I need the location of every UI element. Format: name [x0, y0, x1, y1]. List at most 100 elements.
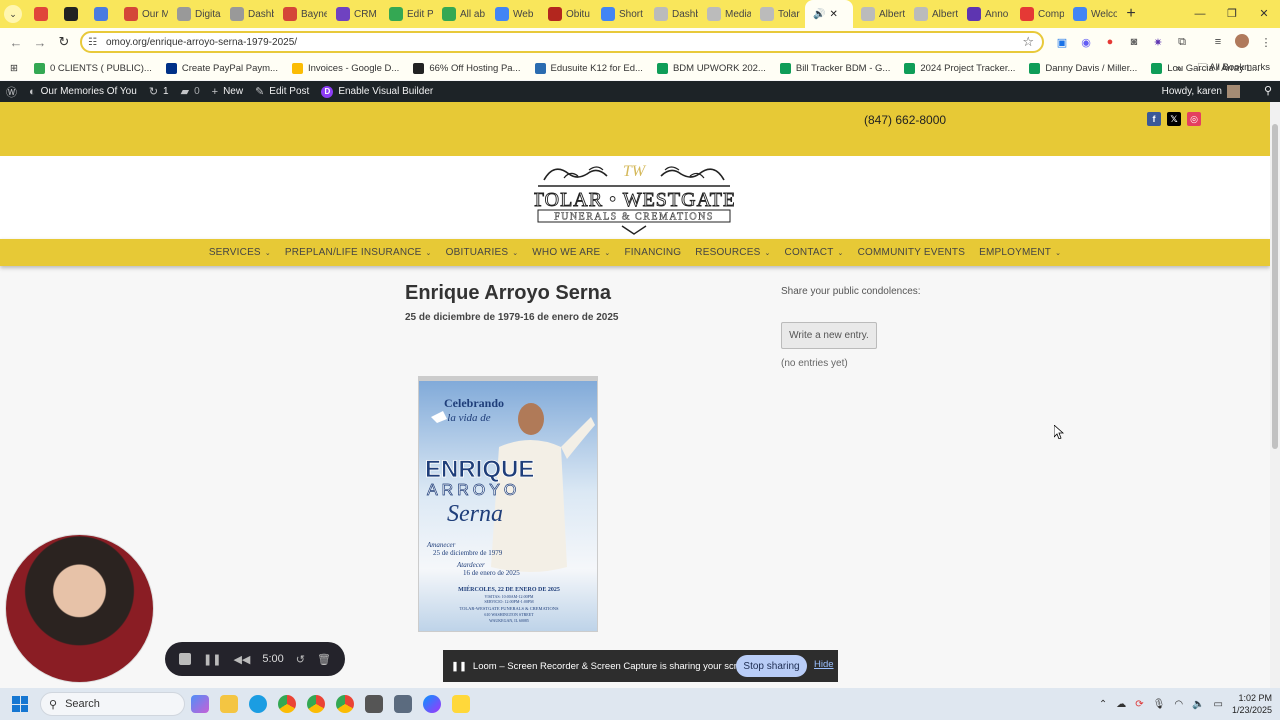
wordpress-logo-icon[interactable]: Ⓦ: [6, 84, 17, 100]
wp-site-link[interactable]: ◐ Our Memories Of You: [29, 86, 137, 98]
extension-gear-icon[interactable]: ✷: [1146, 36, 1170, 49]
browser-tab[interactable]: All ab: [434, 0, 487, 28]
browser-tab[interactable]: Welco: [1065, 0, 1118, 28]
wifi-icon[interactable]: ◠: [1174, 699, 1183, 710]
loom-rewind-icon[interactable]: ◀◀: [233, 653, 250, 666]
profile-avatar-icon[interactable]: [1230, 33, 1254, 51]
bookmark-star-icon[interactable]: ☆: [1022, 34, 1034, 50]
nav-item-employment[interactable]: EMPLOYMENT ⌄: [979, 247, 1061, 258]
browser-tab[interactable]: Comp: [1012, 0, 1065, 28]
extensions-puzzle-icon[interactable]: ⧉: [1170, 36, 1194, 49]
edge-icon[interactable]: [243, 695, 272, 713]
bookmark-item[interactable]: Danny Davis / Miller...: [1029, 62, 1137, 74]
memorial-flyer-image[interactable]: Celebrando la vida de ENRIQUE ARROYO Ser…: [418, 376, 598, 632]
nav-item-community-events[interactable]: COMMUNITY EVENTS: [858, 247, 965, 258]
chrome-alt-icon[interactable]: [330, 695, 359, 713]
bookmark-item[interactable]: Create PayPal Paym...: [165, 62, 278, 74]
browser-tab[interactable]: Dashb: [646, 0, 699, 28]
bookmark-item[interactable]: 2024 Project Tracker...: [904, 62, 1015, 74]
loom-pause-icon[interactable]: ❚❚: [203, 653, 221, 666]
nav-item-contact[interactable]: CONTACT ⌄: [785, 247, 844, 258]
chrome-profile-icon[interactable]: [301, 695, 330, 713]
bookmark-item[interactable]: 66% Off Hosting Pa...: [413, 62, 521, 74]
bookmark-item[interactable]: 0 CLIENTS ( PUBLIC)...: [33, 62, 152, 74]
app-icon[interactable]: [359, 695, 388, 713]
browser-tab[interactable]: Digita: [169, 0, 222, 28]
site-logo[interactable]: TW TOLAR • WESTGATE FUNERALS & CREMATION…: [534, 158, 734, 238]
browser-tab[interactable]: [86, 0, 116, 28]
browser-tab[interactable]: CRM: [328, 0, 381, 28]
onedrive-icon[interactable]: ☁: [1116, 699, 1126, 710]
site-info-icon[interactable]: ☷: [88, 37, 106, 48]
sticky-notes-icon[interactable]: [446, 695, 475, 713]
browser-tab[interactable]: [56, 0, 86, 28]
back-icon[interactable]: ←: [4, 35, 28, 50]
restore-icon[interactable]: ❐: [1216, 0, 1248, 28]
instagram-icon[interactable]: ◎: [1187, 112, 1201, 126]
extension-screenshot-icon[interactable]: ▣: [1050, 36, 1074, 49]
browser-tab[interactable]: Edit P: [381, 0, 434, 28]
search-icon[interactable]: ⚲: [1264, 84, 1272, 97]
start-button[interactable]: [0, 696, 40, 712]
apps-grid-icon[interactable]: ⊞: [10, 63, 18, 74]
scrollbar-thumb[interactable]: [1272, 124, 1278, 449]
copilot-icon[interactable]: [185, 695, 214, 713]
browser-tab[interactable]: Obitu: [540, 0, 593, 28]
minimize-icon[interactable]: —: [1184, 0, 1216, 28]
browser-tab[interactable]: Dashb: [222, 0, 275, 28]
speaker-icon[interactable]: 🔊: [813, 9, 825, 20]
tray-chevron-icon[interactable]: ⌃: [1099, 699, 1107, 710]
taskbar-search[interactable]: ⚲ Search: [40, 692, 185, 716]
nav-item-obituaries[interactable]: OBITUARIES ⌄: [446, 247, 519, 258]
browser-tab[interactable]: Tolar: [752, 0, 805, 28]
reading-list-icon[interactable]: ≡: [1206, 36, 1230, 48]
x-twitter-icon[interactable]: 𝕏: [1167, 112, 1181, 126]
bookmark-item[interactable]: Edusuite K12 for Ed...: [534, 62, 643, 74]
wp-new-link[interactable]: + New: [212, 86, 243, 98]
wp-visual-builder-link[interactable]: D Enable Visual Builder: [321, 85, 433, 98]
all-bookmarks-folder[interactable]: 🗀 All Bookmarks: [1198, 60, 1270, 76]
wp-updates-link[interactable]: ↻ 1: [149, 85, 169, 98]
loom-delete-icon[interactable]: 🗑: [317, 653, 331, 666]
browser-tab[interactable]: [26, 0, 56, 28]
sync-icon[interactable]: ⟳: [1135, 699, 1143, 710]
new-tab-button[interactable]: +: [1118, 5, 1144, 23]
browser-tab[interactable]: Albert: [906, 0, 959, 28]
battery-icon[interactable]: ▭: [1214, 699, 1223, 710]
forward-icon[interactable]: →: [28, 35, 52, 50]
browser-tab[interactable]: Web: [487, 0, 540, 28]
tab-search-button[interactable]: ⌄: [0, 0, 26, 28]
nav-item-who-we-are[interactable]: WHO WE ARE ⌄: [532, 247, 610, 258]
wp-edit-post-link[interactable]: ✎ Edit Post: [255, 85, 309, 98]
loom-stop-icon[interactable]: [179, 653, 191, 665]
reload-icon[interactable]: ↻: [52, 34, 76, 50]
close-tab-icon[interactable]: ✕: [829, 9, 837, 20]
loom-camera-bubble[interactable]: [5, 534, 154, 683]
nav-item-services[interactable]: SERVICES ⌄: [209, 247, 271, 258]
browser-tab[interactable]: Short: [593, 0, 646, 28]
bookmark-item[interactable]: Invoices - Google D...: [291, 62, 399, 74]
calculator-icon[interactable]: [388, 695, 417, 713]
browser-tab[interactable]: Our M: [116, 0, 169, 28]
bookmark-item[interactable]: Bill Tracker BDM - G...: [779, 62, 890, 74]
wp-comments-link[interactable]: ▰ 0: [181, 85, 200, 98]
browser-tab[interactable]: Bayne: [275, 0, 328, 28]
browser-menu-icon[interactable]: ⋮: [1254, 36, 1278, 49]
nav-item-preplan-life-insurance[interactable]: PREPLAN/LIFE INSURANCE ⌄: [285, 247, 432, 258]
bookmark-item[interactable]: BDM UPWORK 202...: [656, 62, 766, 74]
nav-item-resources[interactable]: RESOURCES ⌄: [695, 247, 770, 258]
nav-item-financing[interactable]: FINANCING: [624, 247, 681, 258]
messenger-icon[interactable]: [417, 695, 446, 713]
write-entry-button[interactable]: Write a new entry.: [781, 322, 877, 349]
phone-number[interactable]: (847) 662-8000: [864, 113, 946, 127]
extension-camera-icon[interactable]: ◙: [1122, 36, 1146, 48]
browser-tab[interactable]: Media: [699, 0, 752, 28]
hide-banner-link[interactable]: Hide: [814, 659, 834, 670]
file-explorer-icon[interactable]: [214, 695, 243, 713]
volume-icon[interactable]: 🔈: [1192, 699, 1204, 710]
page-scrollbar[interactable]: [1270, 102, 1280, 688]
extension-color-icon[interactable]: ●: [1098, 36, 1122, 48]
loom-restart-icon[interactable]: ↺: [296, 653, 305, 666]
loom-handle-icon[interactable]: ❚❚: [451, 661, 467, 672]
address-bar[interactable]: ☷ omoy.org/enrique-arroyo-serna-1979-202…: [80, 31, 1044, 53]
